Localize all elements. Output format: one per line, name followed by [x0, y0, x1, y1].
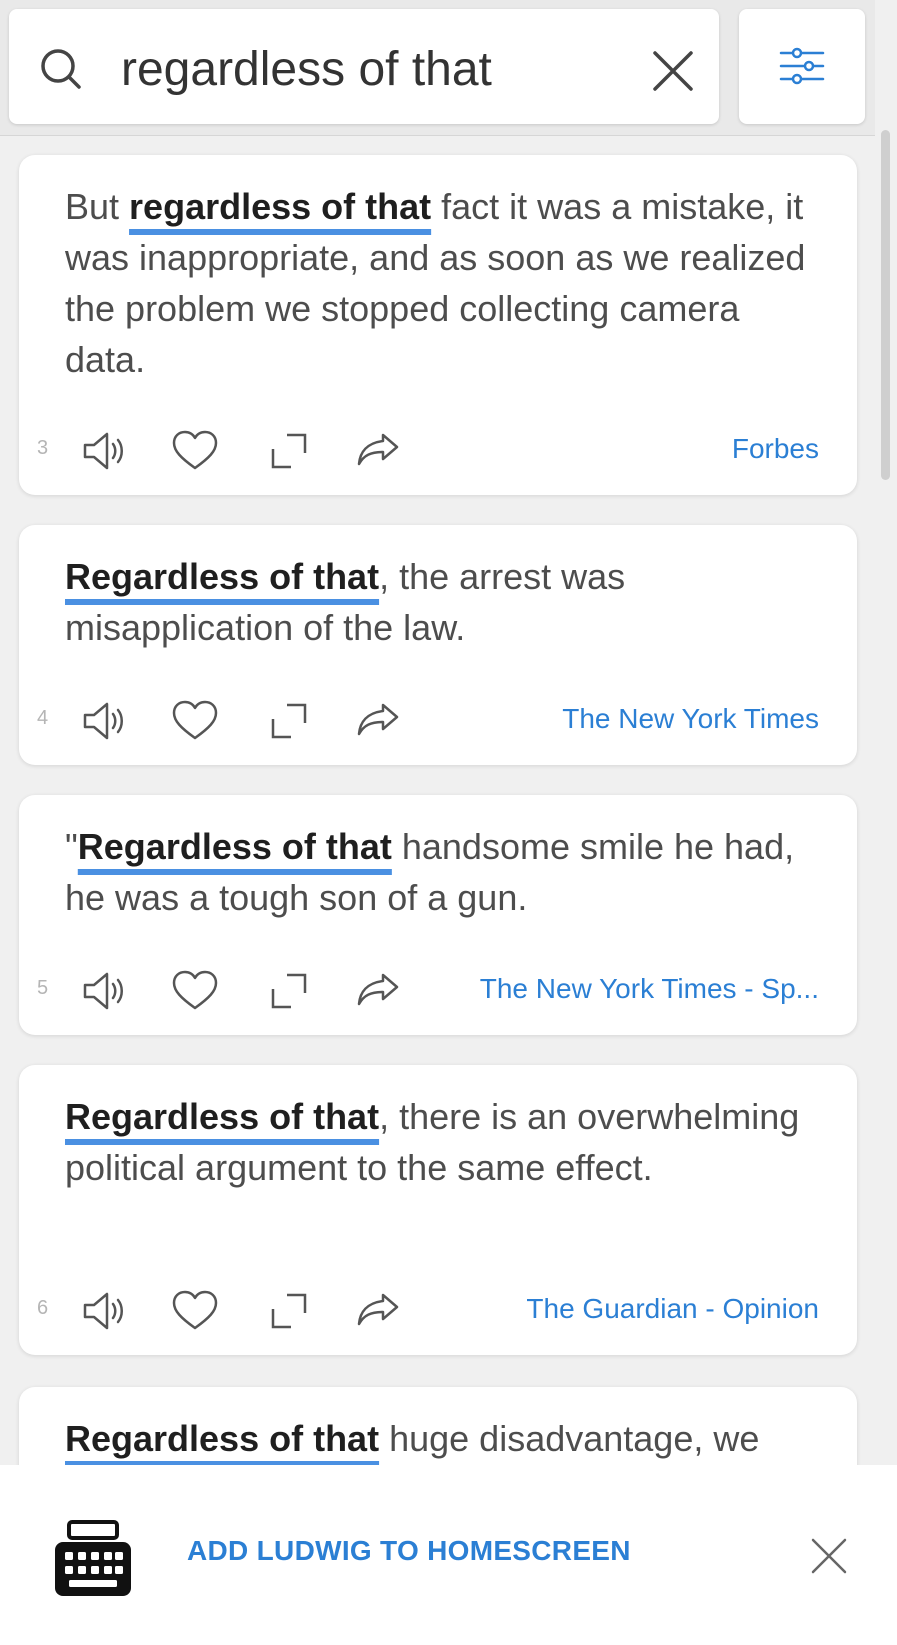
result-sentence[interactable]: But regardless of that fact it was a mis… — [65, 181, 825, 385]
result-sentence[interactable]: Regardless of that huge disadvantage, we — [65, 1413, 825, 1464]
search-box — [9, 9, 719, 124]
result-actions: 4 The New York Times — [19, 695, 857, 745]
heart-icon[interactable] — [171, 697, 219, 745]
result-source-link[interactable]: The New York Times - Sp... — [480, 973, 819, 1005]
scrollbar-thumb[interactable] — [881, 130, 890, 480]
result-number: 3 — [37, 437, 49, 459]
result-actions: 3 Forbes — [19, 425, 857, 475]
expand-icon[interactable] — [265, 427, 313, 475]
speaker-icon[interactable] — [81, 697, 129, 745]
result-number: 4 — [37, 707, 49, 729]
result-sentence[interactable]: Regardless of that, there is an overwhel… — [65, 1091, 825, 1193]
highlighted-phrase: Regardless of that — [65, 1418, 380, 1459]
install-banner: ADD LUDWIG TO HOMESCREEN — [0, 1465, 897, 1645]
share-icon[interactable] — [355, 967, 403, 1015]
share-icon[interactable] — [355, 1287, 403, 1335]
expand-icon[interactable] — [265, 967, 313, 1015]
heart-icon[interactable] — [171, 427, 219, 475]
result-card: Regardless of that, the arrest was misap… — [19, 525, 857, 765]
result-source-link[interactable]: The New York Times — [562, 703, 819, 735]
close-icon[interactable] — [649, 47, 697, 95]
add-to-homescreen-link[interactable]: ADD LUDWIG TO HOMESCREEN — [187, 1535, 631, 1567]
result-number: 6 — [37, 1297, 49, 1319]
result-sentence[interactable]: "Regardless of that handsome smile he ha… — [65, 821, 825, 923]
heart-icon[interactable] — [171, 967, 219, 1015]
filter-button[interactable] — [739, 9, 865, 124]
expand-icon[interactable] — [265, 1287, 313, 1335]
result-source-link[interactable]: Forbes — [732, 433, 819, 465]
result-card: Regardless of that, there is an overwhel… — [19, 1065, 857, 1355]
share-icon[interactable] — [355, 697, 403, 745]
heart-icon[interactable] — [171, 1287, 219, 1335]
result-card: But regardless of that fact it was a mis… — [19, 155, 857, 495]
speaker-icon[interactable] — [81, 427, 129, 475]
result-actions: 6 The Guardian - Opinion — [19, 1285, 857, 1335]
result-card: Regardless of that huge disadvantage, we — [19, 1387, 857, 1465]
highlighted-phrase: Regardless of that — [65, 1096, 380, 1137]
result-number: 5 — [37, 977, 49, 999]
close-icon[interactable] — [810, 1537, 848, 1580]
search-input[interactable] — [121, 39, 621, 99]
highlighted-phrase: regardless of that — [129, 186, 432, 227]
speaker-icon[interactable] — [81, 967, 129, 1015]
sliders-icon — [779, 47, 825, 85]
speaker-icon[interactable] — [81, 1287, 129, 1335]
highlighted-phrase: Regardless of that — [77, 826, 392, 867]
result-source-link[interactable]: The Guardian - Opinion — [526, 1293, 819, 1325]
share-icon[interactable] — [355, 427, 403, 475]
search-icon — [39, 47, 83, 91]
result-card: "Regardless of that handsome smile he ha… — [19, 795, 857, 1035]
result-sentence[interactable]: Regardless of that, the arrest was misap… — [65, 551, 825, 653]
expand-icon[interactable] — [265, 697, 313, 745]
results-list: But regardless of that fact it was a mis… — [0, 0, 897, 1465]
result-actions: 5 The New York Times - Sp... — [19, 965, 857, 1015]
keyboard-icon — [55, 1520, 131, 1601]
highlighted-phrase: Regardless of that — [65, 556, 380, 597]
search-bar — [0, 0, 875, 136]
